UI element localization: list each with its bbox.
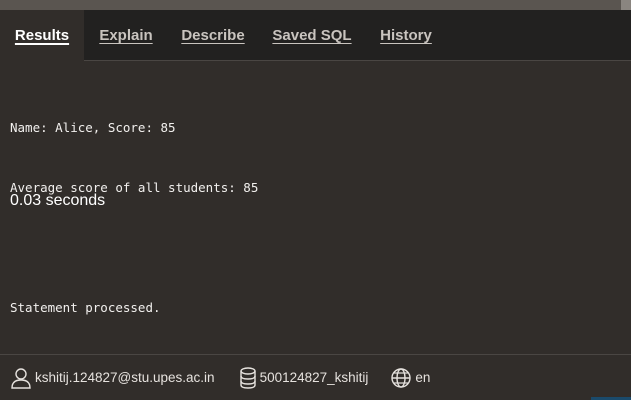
tab-explain[interactable]: Explain — [86, 10, 166, 61]
user-icon — [11, 367, 31, 389]
tab-describe[interactable]: Describe — [170, 10, 256, 61]
tab-results[interactable]: Results — [0, 10, 84, 61]
tab-saved-sql[interactable]: Saved SQL — [262, 10, 362, 61]
footer-schema[interactable]: 500124827_kshitij — [239, 366, 369, 389]
database-icon — [239, 366, 256, 389]
output-line-blank — [10, 238, 620, 258]
footer-language[interactable]: en — [390, 367, 430, 389]
footer-language-code: en — [415, 370, 431, 385]
output-line: Statement processed. — [10, 300, 161, 315]
status-footer: kshitij.124827@stu.upes.ac.in 500124827_… — [0, 354, 631, 400]
footer-schema-name: 500124827_kshitij — [259, 370, 369, 385]
top-strip — [0, 0, 631, 10]
top-strip-accent — [621, 0, 631, 10]
globe-icon — [391, 367, 412, 388]
results-tabbar: Results Explain Describe Saved SQL Histo… — [0, 10, 631, 61]
tab-history[interactable]: History — [368, 10, 444, 61]
footer-user[interactable]: kshitij.124827@stu.upes.ac.in — [10, 367, 215, 389]
output-line: Name: Alice, Score: 85 — [10, 120, 176, 135]
execution-time: 0.03 seconds — [10, 192, 106, 209]
footer-user-email: kshitij.124827@stu.upes.ac.in — [35, 370, 215, 385]
